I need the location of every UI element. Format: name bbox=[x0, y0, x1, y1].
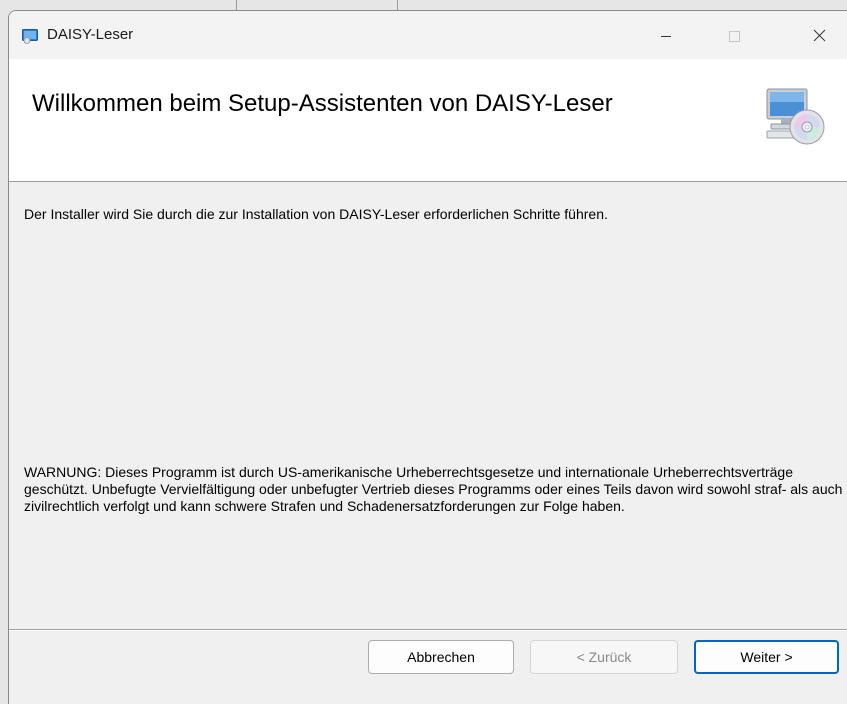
maximize-button[interactable] bbox=[706, 11, 762, 59]
background-edge bbox=[236, 0, 237, 10]
minimize-button[interactable] bbox=[638, 11, 694, 59]
computer-cd-icon bbox=[765, 87, 825, 147]
page-title: Willkommen beim Setup-Assistenten von DA… bbox=[32, 90, 613, 117]
back-button[interactable]: < Zurück bbox=[530, 640, 678, 674]
minimize-icon bbox=[661, 36, 671, 37]
footer-divider bbox=[9, 629, 847, 631]
next-button[interactable]: Weiter > bbox=[694, 640, 839, 674]
close-button[interactable] bbox=[792, 11, 847, 59]
maximize-icon bbox=[729, 31, 740, 42]
installer-app-icon[interactable] bbox=[22, 29, 38, 44]
copyright-warning: WARNUNG: Dieses Programm ist durch US-am… bbox=[24, 464, 843, 514]
intro-text: Der Installer wird Sie durch die zur Ins… bbox=[24, 206, 608, 222]
wizard-body: Der Installer wird Sie durch die zur Ins… bbox=[9, 182, 847, 608]
wizard-header: Willkommen beim Setup-Assistenten von DA… bbox=[9, 59, 847, 182]
background-edge bbox=[397, 0, 398, 10]
setup-dialog: DAISY-Leser Willkommen beim Setup-Assist… bbox=[8, 10, 847, 704]
title-bar[interactable]: DAISY-Leser bbox=[9, 11, 847, 59]
close-icon bbox=[813, 29, 826, 42]
cancel-button[interactable]: Abbrechen bbox=[368, 640, 514, 674]
window-title: DAISY-Leser bbox=[47, 26, 134, 43]
